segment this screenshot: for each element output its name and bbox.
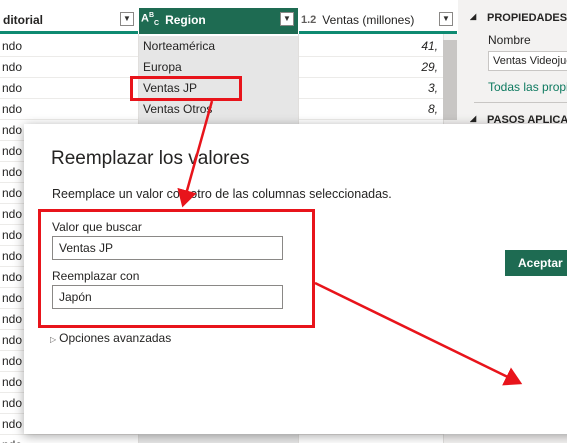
column-header-label: Region [165, 12, 206, 27]
advanced-options-toggle[interactable]: ▷ Opciones avanzadas [50, 331, 171, 345]
cell-ventas[interactable]: 3, [299, 78, 441, 99]
column-filter-icon[interactable]: ▼ [280, 12, 294, 26]
cell-ventas[interactable]: 29, [299, 57, 441, 78]
cell-editorial[interactable]: ndo [0, 99, 140, 120]
properties-title: PROPIEDADES [487, 12, 567, 24]
collapse-triangle-icon[interactable]: ◢ [470, 114, 476, 123]
cell-ventas[interactable]: 8, [299, 99, 441, 120]
column-filter-icon[interactable]: ▼ [439, 12, 453, 26]
cell-region[interactable]: Europa [139, 57, 298, 78]
query-name-input[interactable]: Ventas Videojuegos [488, 51, 567, 71]
column-header-editorial[interactable]: ditorial ▼ [0, 8, 138, 34]
table-row[interactable]: ndo Europa 29, [0, 57, 458, 78]
all-properties-link[interactable]: Todas las propiedades [488, 80, 567, 94]
decimal-type-icon[interactable]: 1.2 [301, 14, 316, 26]
column-filter-icon[interactable]: ▼ [120, 12, 134, 26]
dialog-title: Reemplazar los valores [51, 148, 250, 169]
column-header-region[interactable]: ABC Region ▼ [139, 8, 298, 34]
cell-region[interactable]: Ventas Otros [139, 99, 298, 120]
cell-region[interactable] [139, 435, 298, 443]
scrollbar-thumb[interactable] [443, 40, 457, 120]
highlight-box-input-fields [38, 209, 315, 328]
dialog-description: Reemplace un valor con otro de las colum… [52, 187, 392, 201]
cell-editorial[interactable]: ndo [0, 78, 140, 99]
ok-button[interactable]: Aceptar [505, 250, 567, 276]
cell-ventas[interactable]: 41, [299, 36, 441, 57]
advanced-options-label: Opciones avanzadas [59, 331, 172, 345]
text-type-icon[interactable]: ABC [141, 12, 159, 27]
column-header-label: ditorial [3, 12, 44, 27]
column-header-ventas[interactable]: 1.2 Ventas (millones) ▼ [299, 8, 457, 34]
table-row[interactable]: ndo Ventas Otros 8, [0, 99, 458, 120]
collapse-triangle-icon[interactable]: ◢ [470, 12, 476, 21]
highlight-box-ventas-jp-cell [130, 76, 242, 101]
cell-editorial[interactable]: ndo [0, 57, 140, 78]
expand-triangle-icon: ▷ [50, 335, 57, 344]
name-label: Nombre [488, 33, 531, 47]
cell-region[interactable]: Norteamérica [139, 36, 298, 57]
column-header-label: Ventas (millones) [322, 12, 415, 27]
table-row[interactable]: ndo [0, 435, 458, 443]
cell-editorial[interactable]: ndo [0, 435, 140, 443]
table-row[interactable]: ndo Norteamérica 41, [0, 36, 458, 57]
properties-section[interactable]: ◢ PROPIEDADES [470, 12, 567, 24]
cell-editorial[interactable]: ndo [0, 36, 140, 57]
